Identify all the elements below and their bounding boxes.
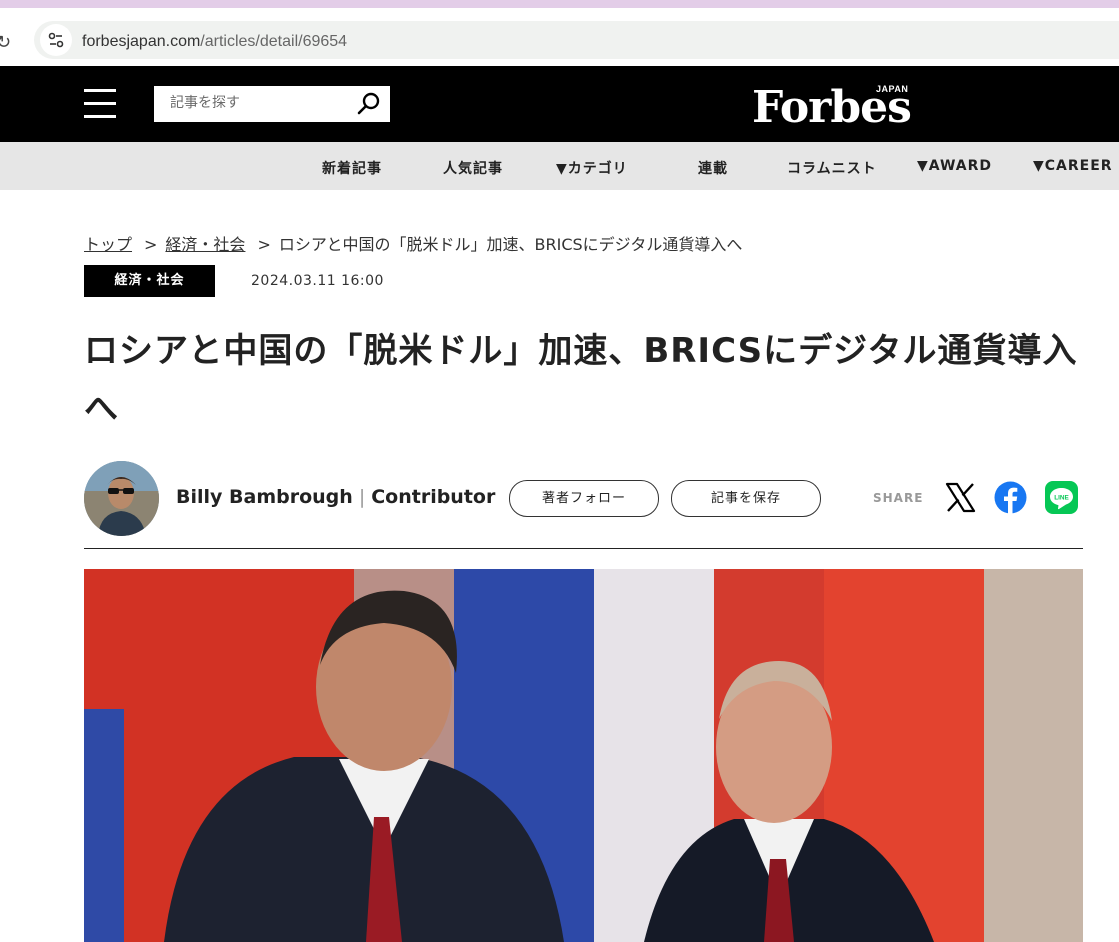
menu-icon[interactable] <box>84 89 116 119</box>
nav-item-category[interactable]: ▼カテゴリ <box>556 158 628 178</box>
site-header <box>0 66 1119 142</box>
author-avatar[interactable] <box>84 461 159 536</box>
nav-item-series[interactable]: 連載 <box>698 158 728 178</box>
save-article-button[interactable]: 記事を保存 <box>671 480 821 517</box>
article-title: ロシアと中国の「脱米ドル」加速、BRICSにデジタル通貨導入へ <box>84 331 1078 429</box>
facebook-share-icon[interactable] <box>994 481 1027 514</box>
category-badge[interactable]: 経済・社会 <box>84 265 215 297</box>
breadcrumb-separator: > <box>144 235 158 254</box>
publish-date: 2024.03.11 16:00 <box>251 273 384 289</box>
line-share-icon[interactable]: LINE <box>1045 481 1078 514</box>
divider <box>84 548 1083 549</box>
search-icon[interactable] <box>356 91 382 117</box>
url-text[interactable]: forbesjapan.com/articles/detail/69654 <box>82 33 347 51</box>
hero-photo <box>84 569 1083 942</box>
browser-toolbar: ↻ forbesjapan.com/articles/detail/69654 <box>0 8 1119 66</box>
url-domain: forbesjapan.com <box>82 33 201 50</box>
breadcrumb: トップ > 経済・社会 > ロシアと中国の「脱米ドル」加速、BRICSにデジタル通貨導入… <box>84 231 742 255</box>
search-input[interactable] <box>168 94 352 112</box>
tune-icon <box>48 32 64 48</box>
author-line: Billy Bambrough | Contributor <box>176 486 496 508</box>
nav-item-new[interactable]: 新着記事 <box>322 158 382 178</box>
main-nav: 新着記事 人気記事 ▼カテゴリ 連載 コラムニスト ▼AWARD ▼CAREER <box>0 142 1119 190</box>
logo-japan-label: JAPAN <box>876 84 909 94</box>
author-role: Contributor <box>371 486 496 508</box>
svg-text:LINE: LINE <box>1054 495 1069 502</box>
site-info-button[interactable] <box>40 24 72 56</box>
breadcrumb-category[interactable]: 経済・社会 <box>165 235 245 254</box>
follow-author-button[interactable]: 著者フォロー <box>509 480 659 517</box>
search-box[interactable] <box>154 86 390 122</box>
nav-item-career[interactable]: ▼CAREER <box>1033 158 1113 174</box>
browser-top-strip <box>0 0 1119 8</box>
x-share-icon[interactable] <box>944 481 977 514</box>
author-name[interactable]: Billy Bambrough <box>176 486 353 508</box>
breadcrumb-current: ロシアと中国の「脱米ドル」加速、BRICSにデジタル通貨導入へ <box>278 235 743 254</box>
breadcrumb-separator: > <box>257 235 271 254</box>
reload-icon[interactable]: ↻ <box>0 32 11 53</box>
nav-item-columnist[interactable]: コラムニスト <box>787 158 877 178</box>
nav-item-popular[interactable]: 人気記事 <box>443 158 503 178</box>
breadcrumb-top[interactable]: トップ <box>84 235 132 254</box>
nav-item-award[interactable]: ▼AWARD <box>917 158 992 174</box>
share-label: SHARE <box>873 491 924 505</box>
url-path: /articles/detail/69654 <box>200 33 348 50</box>
